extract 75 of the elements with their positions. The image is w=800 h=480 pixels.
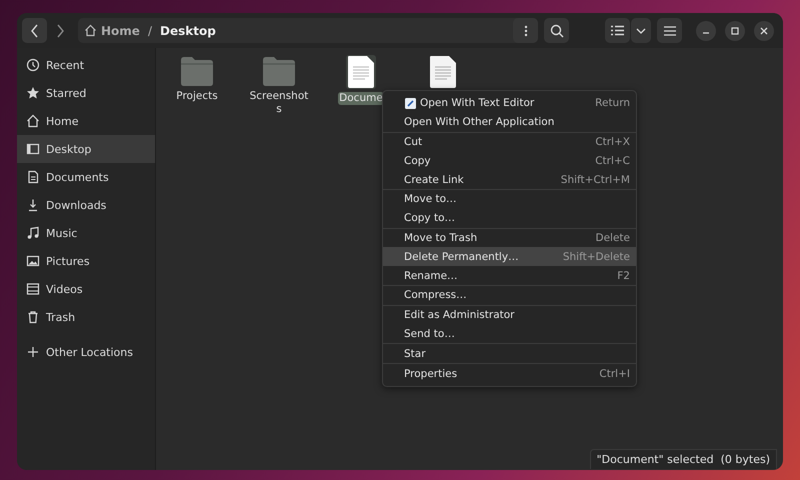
menu-item[interactable]: Move to Trash Delete <box>383 228 636 248</box>
maximize-icon <box>731 26 739 34</box>
menu-item[interactable]: Star <box>383 344 636 364</box>
vertical-dots-icon <box>524 24 528 36</box>
folder-item[interactable]: Projects <box>156 55 238 103</box>
film-icon <box>26 282 40 296</box>
sidebar-item[interactable]: Pictures <box>17 247 155 275</box>
menu-button[interactable] <box>657 18 682 43</box>
more-options-button[interactable] <box>513 18 538 43</box>
menu-item[interactable]: Cut Ctrl+X <box>383 132 636 152</box>
menu-item[interactable]: Send to… <box>383 324 636 344</box>
search-button[interactable] <box>544 18 569 43</box>
back-button[interactable] <box>22 18 47 43</box>
picture-icon <box>26 254 40 268</box>
sidebar-item[interactable]: Videos <box>17 275 155 303</box>
path-separator: / <box>148 24 152 38</box>
chevron-down-icon <box>636 28 646 34</box>
search-icon <box>550 24 564 38</box>
sidebar-item[interactable]: Trash <box>17 303 155 331</box>
maximize-button[interactable] <box>725 20 745 40</box>
shortcut-label: F2 <box>617 270 630 282</box>
shortcut-label: Shift+Ctrl+M <box>560 174 630 186</box>
menu-item[interactable]: Copy to… <box>383 208 636 228</box>
home-icon <box>26 114 40 128</box>
menu-item[interactable]: Copy Ctrl+C <box>383 151 636 170</box>
clock-icon <box>26 58 40 72</box>
menu-item[interactable]: Move to… <box>383 190 636 209</box>
document-icon <box>26 170 40 184</box>
file-name: Projects <box>175 90 219 103</box>
path-crumb[interactable]: Home <box>84 24 140 38</box>
folder-item[interactable]: Screenshots <box>238 55 320 116</box>
sidebar-item[interactable]: Other Locations <box>17 338 155 366</box>
close-button[interactable] <box>754 20 774 40</box>
file-name: Screenshots <box>248 90 310 116</box>
sidebar-item[interactable]: Desktop <box>17 135 155 163</box>
menu-icon <box>664 26 676 36</box>
menu-item[interactable]: Rename… F2 <box>383 266 636 285</box>
home-icon <box>84 24 97 37</box>
sidebar-item[interactable]: Starred <box>17 79 155 107</box>
close-icon <box>760 26 768 34</box>
status-text: "Document" selected (0 bytes) <box>596 453 770 466</box>
shortcut-label: Return <box>595 97 630 110</box>
list-icon <box>611 25 624 36</box>
menu-item[interactable]: Edit as Administrator <box>383 306 636 325</box>
menu-item[interactable]: Compress… <box>383 286 636 305</box>
file-name: Docume <box>338 92 384 105</box>
menu-item[interactable]: Delete Permanently… Shift+Delete <box>383 247 636 266</box>
shortcut-label: Delete <box>596 232 630 244</box>
shortcut-label: Ctrl+C <box>595 154 630 167</box>
shortcut-label: Shift+Delete <box>562 250 630 263</box>
folder-icon <box>179 55 215 87</box>
trash-icon <box>26 310 40 324</box>
text-editor-icon <box>405 98 416 109</box>
minimize-button[interactable] <box>696 20 716 40</box>
shortcut-label: Ctrl+X <box>595 136 630 148</box>
sidebar-item[interactable]: Documents <box>17 163 155 191</box>
sidebar-item[interactable]: Recent <box>17 51 155 79</box>
sidebar-item[interactable]: Downloads <box>17 191 155 219</box>
menu-item[interactable]: Create Link Shift+Ctrl+M <box>383 170 636 189</box>
music-note-icon <box>26 226 40 240</box>
sidebar-item[interactable]: Music <box>17 219 155 247</box>
download-icon <box>26 198 40 212</box>
view-options-button[interactable] <box>631 18 651 43</box>
folder-icon <box>261 55 297 87</box>
star-icon <box>26 86 40 100</box>
menu-item[interactable]: Open With Other Application <box>383 112 636 132</box>
document-icon <box>428 55 458 89</box>
plus-icon <box>26 345 40 359</box>
menu-item[interactable]: Properties Ctrl+I <box>383 364 636 383</box>
path-crumb[interactable]: Desktop <box>160 24 216 38</box>
list-view-button[interactable] <box>605 18 630 43</box>
desktop-icon <box>26 142 40 156</box>
shortcut-label: Ctrl+I <box>599 368 630 380</box>
document-icon <box>346 55 376 89</box>
sidebar-item[interactable]: Home <box>17 107 155 135</box>
